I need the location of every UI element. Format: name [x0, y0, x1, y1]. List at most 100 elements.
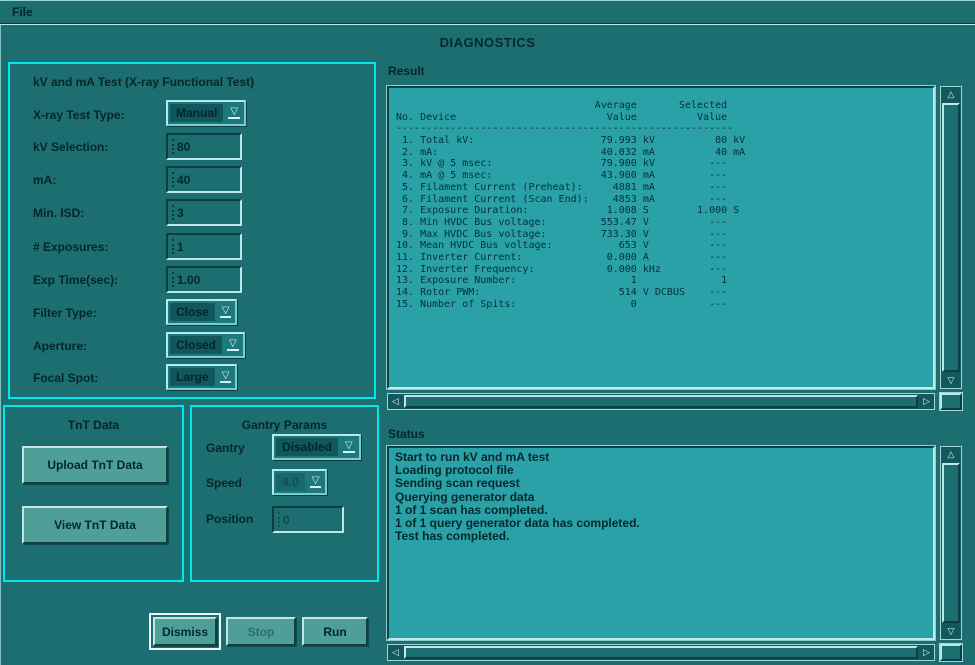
kv-selection-value: 80 — [177, 140, 190, 154]
chevron-down-icon: ▽ — [343, 441, 355, 453]
status-display: Start to run kV and mA testLoading proto… — [387, 446, 935, 640]
diagnostics-window: File DIAGNOSTICS kV and mA Test (X-ray F… — [0, 0, 975, 665]
exp-time-label: Exp Time(sec): — [33, 273, 118, 287]
status-line: Querying generator data — [395, 491, 927, 504]
result-hscroll-thumb[interactable] — [404, 395, 918, 408]
exposures-label: # Exposures: — [33, 240, 108, 254]
chevron-down-icon: ▽ — [228, 107, 240, 119]
result-line: 15. Number of Spits: 0 --- — [396, 299, 929, 311]
gantry-label: Gantry — [206, 441, 245, 455]
scroll-right-icon[interactable]: ▷ — [919, 645, 934, 660]
chevron-down-icon: ▽ — [220, 371, 232, 383]
chevron-down-icon: ▽ — [220, 306, 232, 318]
xray-test-panel: kV and mA Test (X-ray Functional Test) X… — [8, 62, 376, 399]
scroll-up-icon[interactable]: △ — [941, 447, 961, 462]
result-line: 14. Rotor PWM: 514 V DCBUS --- — [396, 287, 929, 299]
view-tnt-data-button[interactable]: View TnT Data — [22, 506, 168, 544]
position-value: 0 — [283, 513, 290, 527]
result-scrollbar-corner — [940, 393, 962, 410]
speed-label: Speed — [206, 476, 242, 490]
result-line: ----------------------------------------… — [396, 123, 929, 135]
run-button[interactable]: Run — [302, 617, 368, 646]
status-scrollbar-corner — [940, 644, 962, 661]
scroll-left-icon[interactable]: ◁ — [388, 394, 403, 409]
chevron-down-icon: ▽ — [310, 476, 322, 488]
filter-type-value: Close — [170, 303, 215, 321]
position-label: Position — [206, 512, 253, 526]
scroll-down-icon[interactable]: ▽ — [941, 373, 961, 388]
speed-value: 4.0 — [276, 473, 305, 491]
ma-label: mA: — [33, 173, 56, 187]
dismiss-button[interactable]: Dismiss — [153, 617, 217, 646]
xray-test-type-label: X-ray Test Type: — [33, 108, 125, 122]
scroll-right-icon[interactable]: ▷ — [919, 394, 934, 409]
ma-input[interactable]: 40 — [166, 166, 242, 193]
xray-test-type-value: Manual — [170, 104, 223, 122]
stop-button[interactable]: Stop — [226, 617, 296, 646]
result-line: No. Device Value Value — [396, 112, 929, 124]
status-label: Status — [388, 427, 425, 441]
result-vscroll-thumb[interactable] — [942, 103, 960, 372]
result-line: Average Selected — [396, 100, 929, 112]
exp-time-input[interactable]: 1.00 — [166, 266, 242, 293]
filter-type-dropdown[interactable]: Close ▽ — [166, 299, 237, 325]
gantry-value: Disabled — [276, 438, 338, 456]
position-input[interactable]: 0 — [272, 506, 344, 533]
xray-test-type-dropdown[interactable]: Manual ▽ — [166, 100, 246, 126]
text-cursor — [172, 139, 174, 154]
result-label: Result — [388, 64, 425, 78]
status-vertical-scrollbar[interactable]: △ ▽ — [940, 446, 962, 640]
result-line: 4. mA @ 5 msec: 43.900 mA --- — [396, 170, 929, 182]
min-isd-value: 3 — [177, 206, 184, 220]
text-cursor — [172, 239, 174, 254]
text-cursor — [172, 172, 174, 187]
dismiss-default-ring: Dismiss — [149, 613, 221, 650]
result-line: 8. Min HVDC Bus voltage: 553.47 V --- — [396, 217, 929, 229]
result-table: Average SelectedNo. Device Value Value--… — [389, 88, 933, 310]
text-cursor — [278, 512, 280, 527]
exposures-input[interactable]: 1 — [166, 233, 242, 260]
text-cursor — [172, 205, 174, 220]
result-line: 3. kV @ 5 msec: 79.900 kV --- — [396, 158, 929, 170]
status-line: Sending scan request — [395, 477, 927, 490]
exp-time-value: 1.00 — [177, 273, 200, 287]
kv-selection-label: kV Selection: — [33, 140, 108, 154]
result-line: 1. Total kV: 79.993 kV 80 kV — [396, 135, 929, 147]
tnt-data-panel: TnT Data Upload TnT Data View TnT Data — [3, 405, 184, 582]
page-title: DIAGNOSTICS — [0, 35, 975, 50]
result-line: 11. Inverter Current: 0.000 A --- — [396, 252, 929, 264]
filter-type-label: Filter Type: — [33, 306, 97, 320]
result-line: 7. Exposure Duration: 1.008 S 1.000 S — [396, 205, 929, 217]
result-line: 13. Exposure Number: 1 1 — [396, 275, 929, 287]
result-horizontal-scrollbar[interactable]: ◁ ▷ — [387, 393, 935, 410]
window-left-edge — [0, 0, 1, 665]
focal-spot-dropdown[interactable]: Large ▽ — [166, 364, 237, 390]
min-isd-input[interactable]: 3 — [166, 199, 242, 226]
status-hscroll-thumb[interactable] — [404, 646, 918, 659]
result-vertical-scrollbar[interactable]: △ ▽ — [940, 86, 962, 389]
menu-file[interactable]: File — [0, 1, 45, 23]
chevron-down-icon: ▽ — [227, 339, 239, 351]
result-line: 12. Inverter Frequency: 0.000 kHz --- — [396, 264, 929, 276]
xray-panel-title: kV and mA Test (X-ray Functional Test) — [33, 75, 254, 89]
aperture-value: Closed — [170, 336, 222, 354]
tnt-panel-title: TnT Data — [5, 418, 182, 432]
ma-value: 40 — [177, 173, 190, 187]
aperture-dropdown[interactable]: Closed ▽ — [166, 332, 245, 358]
upload-tnt-data-button[interactable]: Upload TnT Data — [22, 446, 168, 484]
aperture-label: Aperture: — [33, 339, 87, 353]
exposures-value: 1 — [177, 240, 184, 254]
scroll-down-icon[interactable]: ▽ — [941, 624, 961, 639]
scroll-left-icon[interactable]: ◁ — [388, 645, 403, 660]
gantry-panel-title: Gantry Params — [192, 418, 377, 432]
speed-dropdown[interactable]: 4.0 ▽ — [272, 469, 327, 495]
result-display: Average SelectedNo. Device Value Value--… — [387, 86, 935, 389]
kv-selection-input[interactable]: 80 — [166, 133, 242, 160]
scroll-up-icon[interactable]: △ — [941, 87, 961, 102]
result-line: 10. Mean HVDC Bus voltage: 653 V --- — [396, 240, 929, 252]
gantry-dropdown[interactable]: Disabled ▽ — [272, 434, 361, 460]
status-horizontal-scrollbar[interactable]: ◁ ▷ — [387, 644, 935, 661]
min-isd-label: Min. ISD: — [33, 206, 84, 220]
status-vscroll-thumb[interactable] — [942, 463, 960, 623]
focal-spot-label: Focal Spot: — [33, 371, 98, 385]
